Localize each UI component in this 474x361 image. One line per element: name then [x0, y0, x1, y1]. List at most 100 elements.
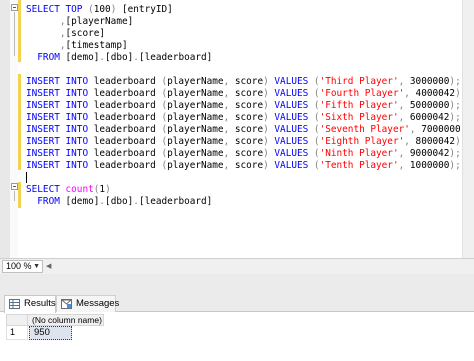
code-line[interactable]: INSERT INTO leaderboard (playerName, sco…	[26, 136, 466, 148]
row-number[interactable]: 1	[6, 326, 28, 340]
code-token: VALUES	[268, 148, 314, 159]
result-cell[interactable]: 950	[29, 326, 72, 340]
change-indicator	[18, 0, 21, 62]
code-token: VALUES	[268, 100, 314, 111]
code-token: score	[229, 160, 264, 171]
results-grid: (No column name) 1 950	[0, 312, 474, 361]
code-token: 1000000	[404, 160, 450, 171]
code-token: playerName	[167, 136, 224, 147]
code-token: [leaderboard]	[138, 52, 213, 63]
scroll-left-icon[interactable]: ◀	[46, 262, 54, 271]
code-token: );	[449, 148, 461, 159]
change-indicator	[18, 182, 21, 208]
code-token: VALUES	[268, 124, 314, 135]
code-token: INSERT INTO	[26, 136, 89, 147]
code-token: 8000042	[409, 136, 456, 147]
code-token: leaderboard	[88, 136, 162, 147]
code-line[interactable]	[26, 172, 27, 184]
code-token: playerName	[167, 76, 224, 87]
row-number-header[interactable]	[6, 314, 28, 326]
code-token: leaderboard	[88, 148, 162, 159]
code-token: 'Ninth Player'	[319, 148, 399, 159]
code-token: VALUES	[268, 160, 314, 171]
code-token: 'Third Player'	[319, 76, 399, 87]
code-line[interactable]: ,[score]	[26, 28, 105, 40]
column-header[interactable]: (No column name)	[28, 314, 104, 326]
code-token: VALUES	[268, 136, 314, 147]
code-line[interactable]: ,[playerName]	[26, 16, 133, 28]
code-token: 'Tenth Player'	[319, 160, 399, 171]
code-line[interactable]: FROM [demo].[dbo].[leaderboard]	[26, 52, 212, 64]
code-token: INSERT INTO	[26, 160, 89, 171]
editor-status-strip: 100 % ▼ ◀	[0, 258, 474, 274]
code-line[interactable]: ,[timestamp]	[26, 40, 128, 52]
editor-vertical-scrollbar[interactable]	[462, 0, 474, 258]
code-token: INSERT INTO	[26, 112, 89, 123]
collapse-region-icon[interactable]	[11, 4, 18, 11]
code-token: 6000042	[404, 112, 450, 123]
tab-results[interactable]: Results	[4, 295, 56, 313]
code-token: VALUES	[268, 88, 314, 99]
code-line[interactable]: INSERT INTO leaderboard (playerName, sco…	[26, 148, 461, 160]
code-token: 7000000	[415, 124, 461, 135]
code-token: )	[105, 184, 111, 195]
code-line[interactable]: INSERT INTO leaderboard (playerName, sco…	[26, 112, 461, 124]
chevron-down-icon[interactable]: ▼	[33, 261, 40, 272]
code-token: FROM	[26, 196, 66, 207]
code-line[interactable]: INSERT INTO leaderboard (playerName, sco…	[26, 88, 466, 100]
code-token: [timestamp]	[65, 40, 128, 51]
code-token: leaderboard	[88, 160, 162, 171]
grid-icon	[9, 299, 20, 309]
code-token: INSERT INTO	[26, 148, 89, 159]
code-line[interactable]: FROM [demo].[dbo].[leaderboard]	[26, 196, 212, 208]
zoom-select[interactable]: 100 % ▼	[2, 260, 43, 273]
code-token: INSERT INTO	[26, 88, 89, 99]
code-token: score	[229, 136, 264, 147]
change-indicator	[18, 74, 21, 170]
code-token: score	[229, 88, 264, 99]
code-token: score	[229, 112, 264, 123]
tab-messages-label: Messages	[76, 298, 120, 309]
code-token: 'Fourth Player'	[319, 88, 405, 99]
code-token: FROM	[26, 52, 66, 63]
code-token: SELECT	[26, 184, 66, 195]
code-token: 'Fifth Player'	[319, 100, 399, 111]
fold-guide	[14, 12, 15, 56]
code-token: leaderboard	[88, 112, 162, 123]
code-token: [entryID]	[116, 4, 173, 15]
editor-left-margin	[0, 0, 10, 258]
code-token: score	[229, 100, 264, 111]
collapse-region-icon[interactable]	[11, 183, 18, 190]
zoom-value: 100 %	[6, 261, 32, 271]
code-token: VALUES	[268, 76, 314, 87]
code-token: playerName	[167, 100, 224, 111]
code-token: playerName	[167, 148, 224, 159]
code-token: leaderboard	[88, 88, 162, 99]
code-token: ,	[26, 28, 66, 39]
code-line[interactable]: SELECT TOP (100) [entryID]	[26, 4, 173, 16]
code-token: 9000042	[404, 148, 450, 159]
code-token: SELECT TOP	[26, 4, 89, 15]
code-line[interactable]: SELECT count(1)	[26, 184, 111, 196]
code-token: 100	[93, 4, 111, 15]
code-token: leaderboard	[88, 124, 162, 135]
code-token: playerName	[167, 112, 224, 123]
results-tabstrip: Results Messages	[0, 274, 474, 313]
tab-messages[interactable]: Messages	[56, 295, 120, 312]
code-line[interactable]: INSERT INTO leaderboard (playerName, sco…	[26, 76, 461, 88]
code-token: 'Sixth Player'	[319, 112, 399, 123]
fold-guide	[14, 191, 15, 201]
code-token: VALUES	[268, 112, 314, 123]
code-line[interactable]: INSERT INTO leaderboard (playerName, sco…	[26, 100, 461, 112]
code-token: 3000000	[404, 76, 450, 87]
code-token: [dbo]	[105, 52, 134, 63]
code-token: leaderboard	[88, 76, 162, 87]
query-editor[interactable]: SELECT TOP (100) [entryID] ,[playerName]…	[0, 0, 474, 258]
code-line[interactable]: INSERT INTO leaderboard (playerName, sco…	[26, 124, 472, 136]
code-token: ,	[26, 16, 66, 27]
code-token: playerName	[167, 88, 224, 99]
code-line[interactable]: INSERT INTO leaderboard (playerName, sco…	[26, 160, 461, 172]
code-token: );	[449, 100, 461, 111]
code-token: 'Eighth Player'	[319, 136, 405, 147]
code-token: [playerName]	[65, 16, 134, 27]
